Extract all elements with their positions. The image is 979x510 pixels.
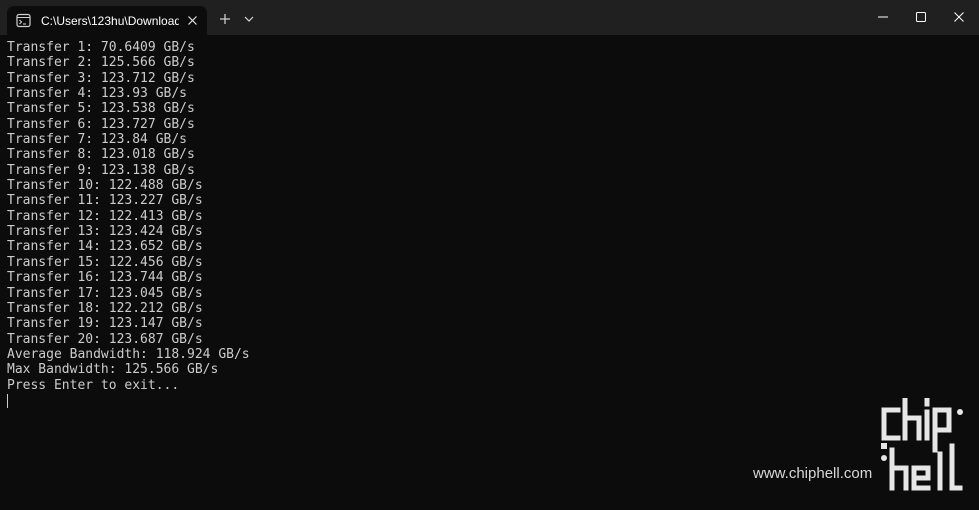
max-bandwidth-line: Max Bandwidth: 125.566 GB/s xyxy=(7,362,219,378)
output-line: Transfer 7: 123.84 GB/s xyxy=(7,132,188,148)
output-line: Transfer 6: 123.727 GB/s xyxy=(7,116,195,132)
output-line: Transfer 2: 125.566 GB/s xyxy=(7,55,195,71)
minimize-icon xyxy=(878,16,888,17)
output-line: Transfer 12: 122.413 GB/s xyxy=(7,208,203,224)
watermark-url: www.chiphell.com xyxy=(753,465,873,482)
plus-icon[interactable] xyxy=(215,9,235,29)
output-line: Transfer 20: 123.687 GB/s xyxy=(7,331,203,347)
output-line: Transfer 1: 70.6409 GB/s xyxy=(7,40,195,55)
close-icon[interactable] xyxy=(186,14,199,27)
prompt-line: Press Enter to exit... xyxy=(7,377,180,393)
output-line: Transfer 8: 123.018 GB/s xyxy=(7,147,195,163)
maximize-button[interactable] xyxy=(902,0,940,33)
output-line: Transfer 15: 122.456 GB/s xyxy=(7,254,203,270)
window-close-button[interactable] xyxy=(940,0,978,33)
output-line: Transfer 10: 122.488 GB/s xyxy=(7,178,203,194)
minimize-button[interactable] xyxy=(864,0,902,33)
terminal-output[interactable]: Transfer 1: 70.6409 GB/s Transfer 2: 125… xyxy=(7,40,250,408)
chevron-down-icon[interactable] xyxy=(241,11,257,27)
title-bar[interactable]: C:\Users\123hu\Downloads\P xyxy=(0,0,979,35)
terminal-window: C:\Users\123hu\Downloads\P xyxy=(0,0,979,510)
output-line: Transfer 11: 123.227 GB/s xyxy=(7,193,203,209)
tab-title: C:\Users\123hu\Downloads\P xyxy=(41,13,179,28)
output-line: Transfer 17: 123.045 GB/s xyxy=(7,285,203,301)
average-bandwidth-line: Average Bandwidth: 118.924 GB/s xyxy=(7,346,250,362)
tab-active[interactable]: C:\Users\123hu\Downloads\P xyxy=(7,6,207,35)
maximize-icon xyxy=(916,11,926,22)
output-line: Transfer 4: 123.93 GB/s xyxy=(7,86,188,102)
chiphell-logo-icon: chiphell xyxy=(881,398,963,491)
output-line: Transfer 3: 123.712 GB/s xyxy=(7,70,195,86)
output-line: Transfer 14: 123.652 GB/s xyxy=(7,239,203,255)
output-line: Transfer 18: 122.212 GB/s xyxy=(7,300,203,316)
output-line: Transfer 5: 123.538 GB/s xyxy=(7,101,195,117)
close-icon xyxy=(954,11,964,22)
output-line: Transfer 13: 123.424 GB/s xyxy=(7,224,203,240)
output-line: Transfer 19: 123.147 GB/s xyxy=(7,316,203,332)
output-line: Transfer 16: 123.744 GB/s xyxy=(7,270,203,286)
terminal-icon xyxy=(16,13,31,28)
text-cursor xyxy=(7,393,8,408)
output-line: Transfer 9: 123.138 GB/s xyxy=(7,162,195,178)
